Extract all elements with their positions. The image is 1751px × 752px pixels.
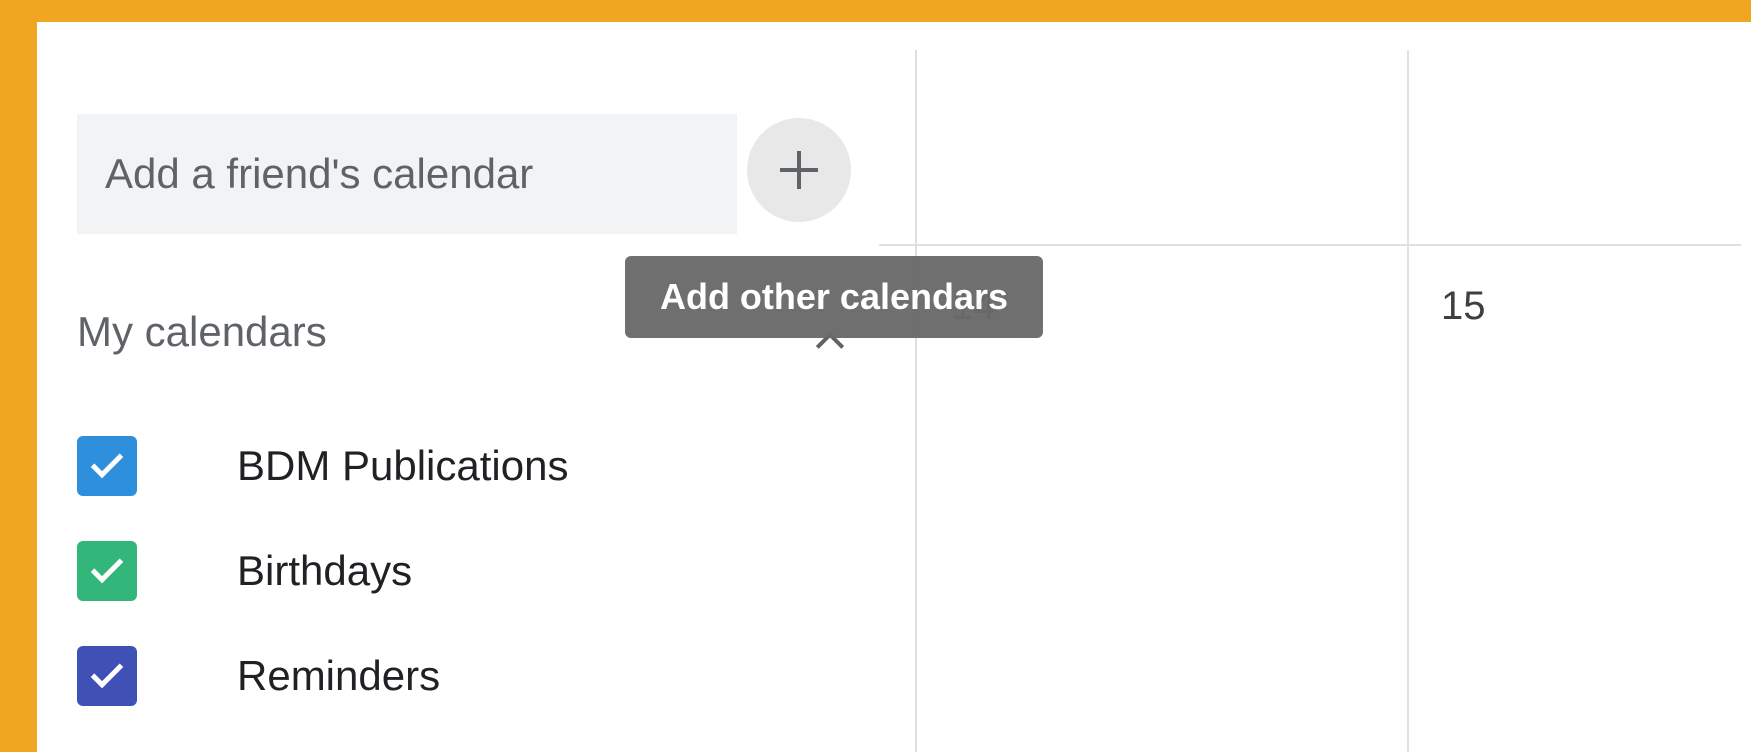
grid-divider	[915, 50, 917, 752]
sidebar: My calendars BDM Publications Birthdays	[37, 22, 879, 752]
check-icon	[90, 550, 124, 584]
calendar-grid: 14 15	[879, 22, 1751, 752]
grid-divider	[1407, 50, 1409, 752]
calendar-list: BDM Publications Birthdays Reminders	[77, 414, 837, 729]
calendar-panel: My calendars BDM Publications Birthdays	[37, 22, 1751, 752]
check-icon	[90, 445, 124, 479]
grid-row-divider	[879, 244, 1741, 246]
calendar-checkbox[interactable]	[77, 646, 137, 706]
check-icon	[90, 655, 124, 689]
calendar-checkbox[interactable]	[77, 436, 137, 496]
calendar-item-birthdays[interactable]: Birthdays	[77, 519, 837, 624]
calendar-item-reminders[interactable]: Reminders	[77, 624, 837, 729]
calendar-label: BDM Publications	[237, 442, 569, 489]
calendar-item-bdm-publications[interactable]: BDM Publications	[77, 414, 837, 519]
day-number-15[interactable]: 15	[1441, 282, 1486, 330]
calendar-label: Birthdays	[237, 547, 413, 594]
add-friend-calendar-input[interactable]	[77, 114, 737, 234]
add-other-calendars-button[interactable]	[747, 118, 851, 222]
calendar-label: Reminders	[237, 652, 441, 699]
calendar-checkbox[interactable]	[77, 541, 137, 601]
plus-icon	[780, 151, 818, 189]
add-other-calendars-tooltip: Add other calendars	[625, 256, 1043, 338]
my-calendars-title: My calendars	[77, 308, 327, 355]
